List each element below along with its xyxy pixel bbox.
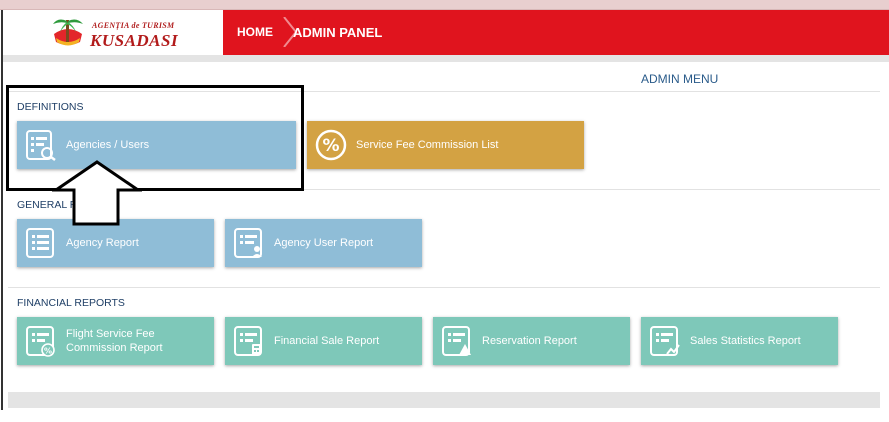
- tile-label: Sales Statistics Report: [690, 335, 801, 347]
- left-border-line: [1, 10, 3, 410]
- divider: [8, 287, 880, 288]
- tile-label: Agency User Report: [274, 237, 374, 249]
- tile-label: Reservation Report: [482, 335, 577, 347]
- agency-user-report-button[interactable]: Agency User Report: [225, 219, 422, 267]
- breadcrumb-home-link[interactable]: HOME: [237, 25, 273, 39]
- admin-menu-title: ADMIN MENU: [641, 72, 719, 86]
- logo[interactable]: AGENȚIA de TURISM KUSADASI: [4, 10, 223, 55]
- logo-title: KUSADASI: [90, 31, 179, 50]
- breadcrumb-current: ADMIN PANEL: [293, 25, 383, 40]
- sales-statistics-report-button[interactable]: Sales Statistics Report: [641, 317, 838, 365]
- list-user-icon: [234, 228, 262, 258]
- list-warning-icon: [442, 326, 471, 356]
- service-fee-commission-list-button[interactable]: % Service Fee Commission List: [307, 121, 584, 169]
- tile-label: Financial Sale Report: [274, 335, 380, 347]
- list-icon: [26, 228, 54, 258]
- highlight-box: [6, 85, 304, 191]
- list-percent-icon: %: [26, 326, 55, 357]
- list-calculator-icon: [234, 326, 262, 356]
- flight-service-fee-commission-report-button[interactable]: % Flight Service Fee Commission Report: [17, 317, 214, 365]
- financial-sale-report-button[interactable]: Financial Sale Report: [225, 317, 422, 365]
- svg-text:%: %: [44, 347, 52, 356]
- tile-label: Agency Report: [66, 237, 139, 249]
- browser-top-strip: [0, 0, 889, 10]
- list-chart-icon: [650, 326, 680, 356]
- header-bar: HOME ADMIN PANEL: [223, 10, 889, 55]
- reservation-report-button[interactable]: Reservation Report: [433, 317, 630, 365]
- agency-report-button[interactable]: Agency Report: [17, 219, 214, 267]
- tile-label: Flight Service Fee Commission Report: [66, 328, 163, 354]
- footer-divider: [8, 392, 880, 408]
- logo-subtitle: AGENȚIA de TURISM: [92, 21, 175, 30]
- svg-text:%: %: [322, 136, 339, 156]
- percent-icon: %: [315, 129, 347, 161]
- tile-label: Service Fee Commission List: [356, 139, 499, 151]
- section-title-financial-reports: FINANCIAL REPORTS: [17, 297, 125, 309]
- up-arrow-annotation-icon: [52, 160, 142, 226]
- header-divider: [3, 55, 889, 62]
- palm-beach-logo-icon: [53, 19, 83, 46]
